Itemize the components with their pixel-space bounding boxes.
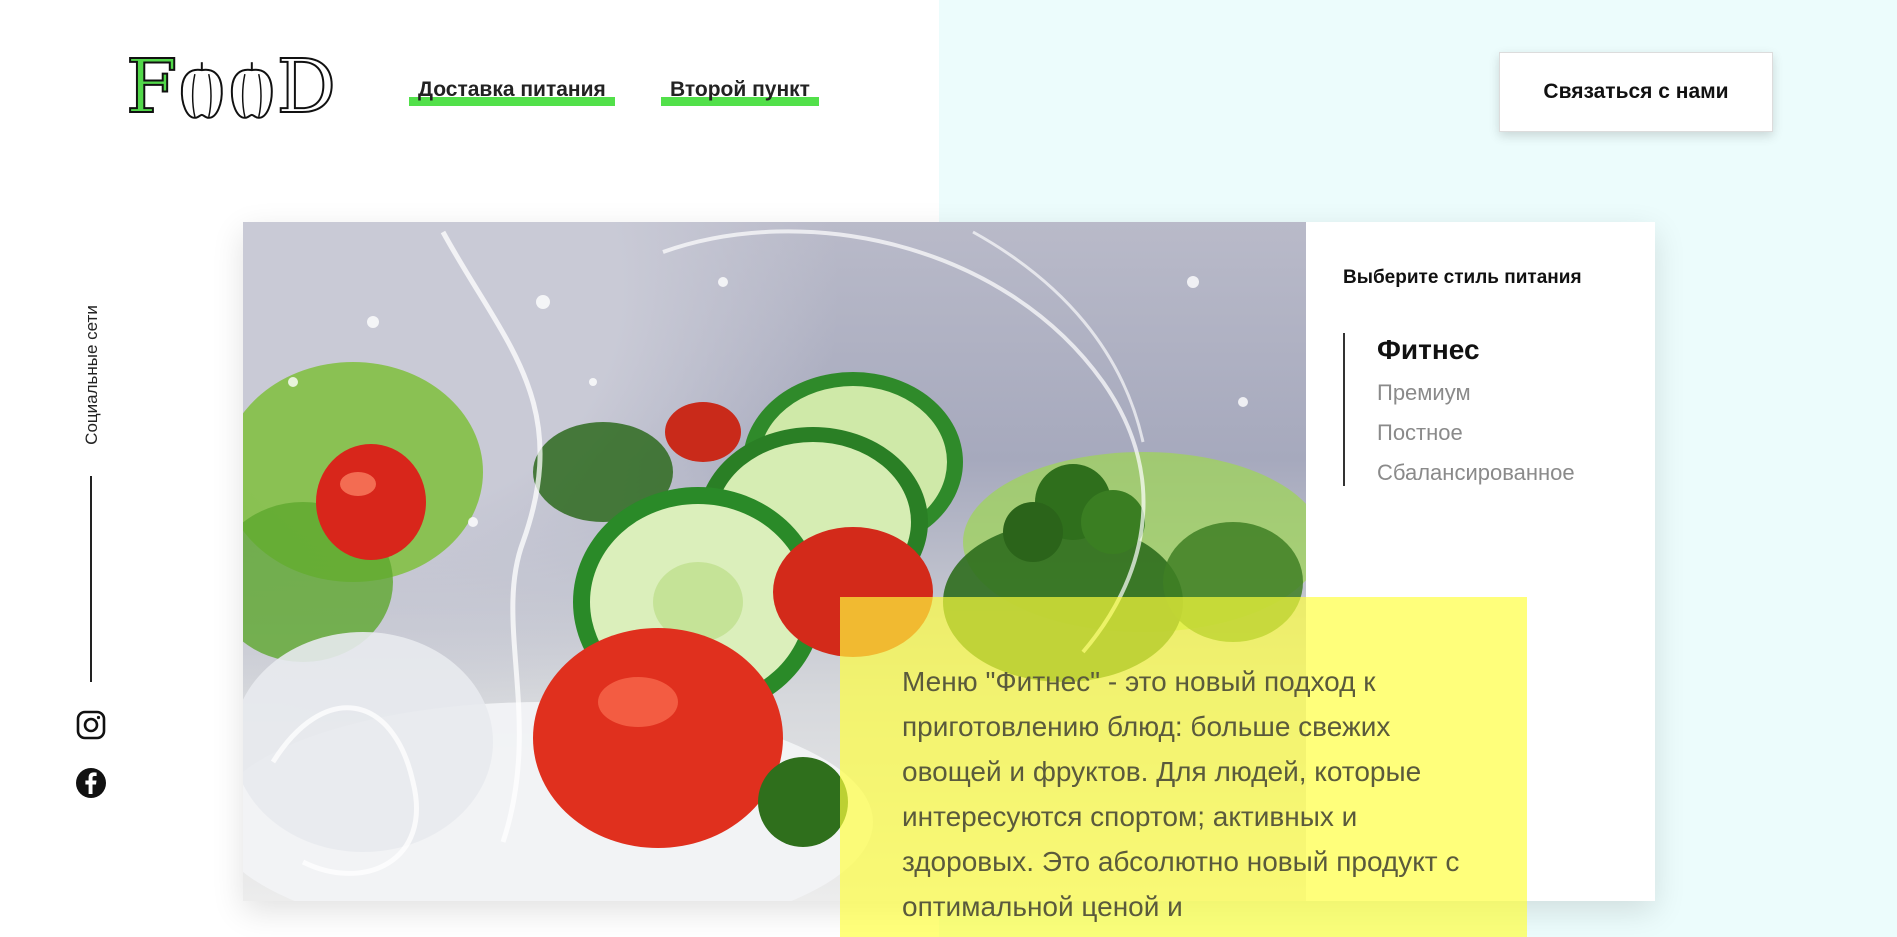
logo[interactable]: F D: [125, 44, 337, 130]
logo-letter-f: F: [125, 44, 178, 130]
style-option-fitness[interactable]: Фитнес: [1377, 333, 1575, 367]
style-option-lenten[interactable]: Постное: [1377, 413, 1575, 453]
social-label: Социальные сети: [82, 305, 101, 445]
facebook-icon[interactable]: [75, 767, 107, 799]
nav-link-label: Доставка питания: [418, 78, 606, 101]
pepper-icon: [230, 62, 273, 119]
nav-link-second[interactable]: Второй пункт: [661, 78, 819, 106]
nav-link-label: Второй пункт: [670, 78, 810, 101]
logo-letter-d: D: [276, 44, 337, 130]
nav-link-delivery[interactable]: Доставка питания: [409, 78, 615, 106]
instagram-icon[interactable]: [75, 709, 107, 741]
style-option-premium[interactable]: Премиум: [1377, 373, 1575, 413]
description-text: Меню "Фитнес" - это новый подход к приго…: [902, 666, 1460, 922]
style-option-balanced[interactable]: Сбалансированное: [1377, 453, 1575, 493]
description-box: Меню "Фитнес" - это новый подход к приго…: [840, 597, 1527, 937]
style-selector-title: Выберите стиль питания: [1343, 267, 1582, 288]
pepper-icon: [181, 62, 224, 119]
contact-button[interactable]: Связаться с нами: [1499, 52, 1773, 132]
social-divider: [90, 476, 92, 682]
style-selector-list: Фитнес Премиум Постное Сбалансированное: [1343, 333, 1575, 486]
